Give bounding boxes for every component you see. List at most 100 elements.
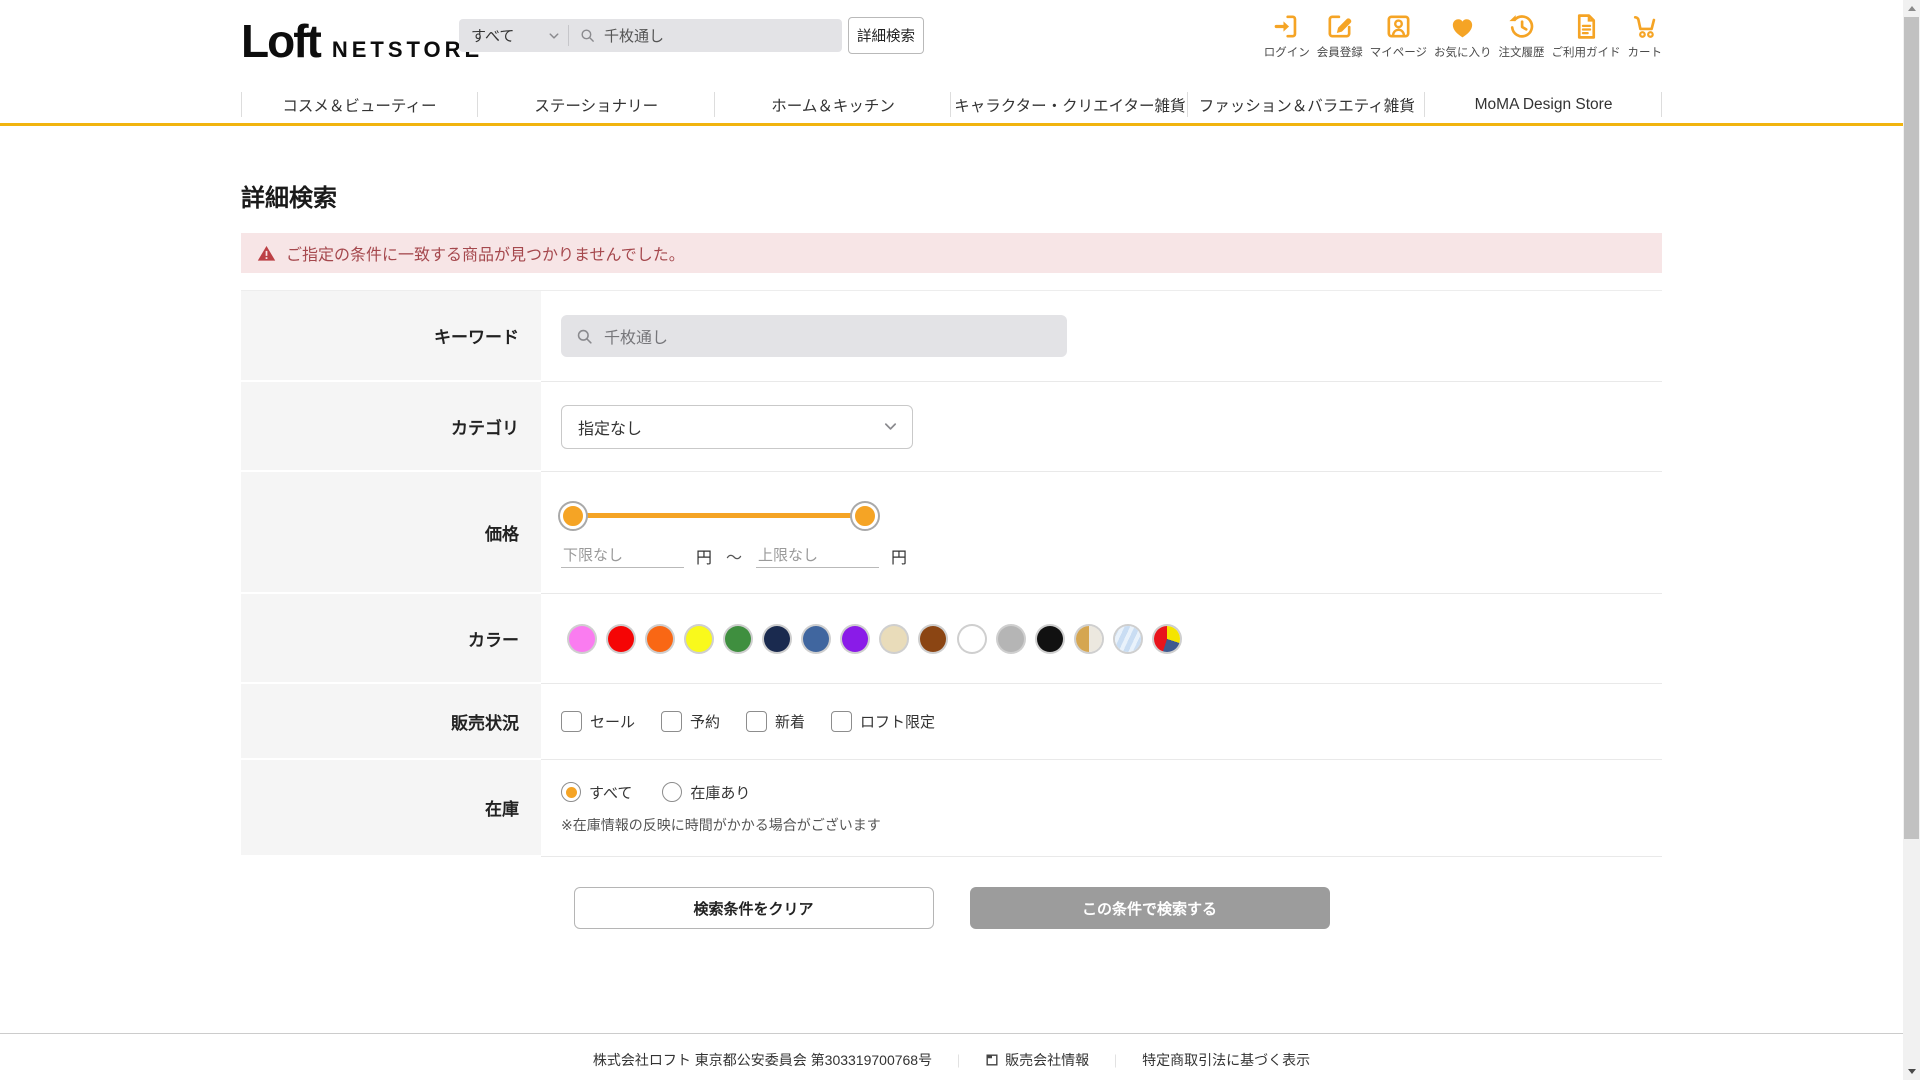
color-swatch-red[interactable] [608, 625, 634, 652]
color-swatch-gray[interactable] [998, 625, 1024, 652]
stock-radio-1[interactable]: 在庫あり [662, 782, 750, 803]
quicklink-cart[interactable]: カート [1628, 12, 1662, 60]
status-checkbox-0[interactable]: セール [561, 711, 635, 732]
scroll-down-arrow[interactable] [1903, 1063, 1920, 1080]
color-swatch-black[interactable] [1037, 625, 1063, 652]
color-swatch-beige[interactable] [881, 625, 907, 652]
status-checkbox-2[interactable]: 新着 [746, 711, 805, 732]
login-icon [1272, 12, 1301, 41]
color-swatch-blue[interactable] [803, 625, 829, 652]
header-search-input[interactable]: 千枚通し [569, 25, 842, 46]
color-swatch-purple[interactable] [842, 625, 868, 652]
category-label: カテゴリ [241, 382, 541, 472]
nav-item-0[interactable]: コスメ＆ビューティー [241, 86, 478, 123]
nav-item-1[interactable]: ステーショナリー [478, 86, 715, 123]
color-swatch-yellow[interactable] [686, 625, 712, 652]
search-category-value: すべて [471, 28, 515, 45]
checkbox-label: セール [590, 714, 636, 731]
price-row: 価格 円 ～ 円 [241, 472, 1662, 594]
quicklink-label: ログイン [1263, 47, 1310, 59]
quicklink-register[interactable]: 会員登録 [1317, 12, 1363, 60]
keyword-label: キーワード [241, 291, 541, 382]
stock-note: ※在庫情報の反映に時間がかかる場合がございます [561, 816, 881, 833]
color-swatch-green[interactable] [725, 625, 751, 652]
category-row: カテゴリ 指定なし [241, 382, 1662, 472]
radio-label: 在庫あり [690, 784, 751, 802]
slider-handle-min[interactable] [560, 502, 586, 529]
color-swatch-clear[interactable] [1115, 625, 1141, 652]
commerce-law-link[interactable]: 特定商取引法に基づく表示 [1142, 1050, 1310, 1070]
price-max-input[interactable] [756, 543, 880, 568]
slider-handle-max[interactable] [852, 502, 878, 529]
nav-item-3[interactable]: キャラクター・クリエイター雑貨 [951, 86, 1189, 123]
chevron-down-icon [884, 423, 897, 430]
category-value: 指定なし [578, 420, 643, 438]
color-swatch-navy[interactable] [764, 625, 790, 652]
keyword-input[interactable]: 千枚通し [561, 315, 1067, 357]
scroll-up-arrow[interactable] [1903, 0, 1920, 17]
color-swatch-brown[interactable] [920, 625, 946, 652]
slider-track[interactable] [573, 513, 865, 518]
search-icon [577, 329, 592, 344]
color-swatch-white[interactable] [959, 625, 985, 652]
stock-options: すべて 在庫あり [561, 782, 1662, 803]
search-submit-button[interactable]: この条件で検索する [969, 887, 1330, 929]
color-label: カラー [241, 594, 541, 684]
search-icon [581, 29, 594, 42]
nav-item-5[interactable]: MoMA Design Store [1425, 86, 1662, 123]
quicklink-login[interactable]: ログイン [1264, 12, 1310, 60]
stock-radio-0[interactable]: すべて [561, 782, 632, 803]
search-form: キーワード 千枚通し カテゴリ 指定なし 価格 下限なし 円 ～ 上限なし 円 … [241, 290, 1662, 857]
chevron-down-icon [549, 32, 559, 39]
advanced-search-button[interactable]: 詳細検索 [848, 17, 924, 54]
radio-dot [561, 782, 581, 802]
quicklink-order-history[interactable]: 注文履歴 [1499, 12, 1545, 60]
external-window-icon [986, 1054, 998, 1066]
color-swatch-orange[interactable] [647, 625, 673, 652]
scrollbar-thumb[interactable] [1904, 17, 1919, 839]
nav-item-4[interactable]: ファッション＆バラエティ雑貨 [1188, 86, 1425, 123]
quicklink-label: ご利用ガイド [1551, 47, 1621, 59]
color-swatch-multicolor[interactable] [1154, 625, 1180, 652]
color-swatch-pink[interactable] [569, 625, 595, 652]
stock-row: 在庫 すべて 在庫あり ※在庫情報の反映に時間がかかる場合がございます [241, 760, 1662, 857]
checkbox-label: ロフト限定 [860, 714, 936, 731]
status-checkbox-1[interactable]: 予約 [661, 711, 720, 732]
price-range-slider [560, 502, 878, 530]
yen-unit: 円 [696, 549, 713, 567]
category-select[interactable]: 指定なし [561, 404, 913, 449]
search-query-text: 千枚通し [604, 28, 665, 45]
status-checkbox-3[interactable]: ロフト限定 [831, 711, 935, 732]
order-history-icon [1507, 12, 1536, 41]
quicklink-guide[interactable]: ご利用ガイド [1552, 12, 1621, 60]
seller-info-link[interactable]: 販売会社情報 [985, 1050, 1089, 1070]
checkbox-box [561, 711, 582, 732]
range-separator: ～ [726, 549, 743, 567]
checkbox-box [661, 711, 683, 732]
radio-label: すべて [589, 784, 633, 802]
site-header: Loft NETSTORE すべて 千枚通し 詳細検索 ログイン 会員登録 マイ… [0, 0, 1903, 126]
status-row: 販売状況 セール 予約 新着 ロフト限定 [241, 684, 1662, 760]
search-category-select[interactable]: すべて [459, 19, 568, 52]
checkbox-label: 新着 [775, 714, 806, 731]
stock-label: 在庫 [241, 760, 541, 857]
site-footer: 株式会社ロフト 東京都公安委員会 第303319700768号 ｜ 販売会社情報… [0, 1033, 1903, 1070]
header-search-bar: すべて 千枚通し [459, 19, 842, 52]
no-results-message: ご指定の条件に一致する商品が見つかりませんでした。 [286, 247, 685, 264]
keyword-value: 千枚通し [604, 330, 669, 347]
clear-conditions-button[interactable]: 検索条件をクリア [573, 887, 934, 929]
quicklink-label: お気に入り [1434, 47, 1492, 59]
site-logo[interactable]: Loft NETSTORE [241, 18, 483, 64]
price-min-input[interactable] [561, 543, 684, 568]
quicklink-favorites[interactable]: お気に入り [1434, 12, 1492, 60]
footer-separator: ｜ [1109, 1053, 1123, 1069]
nav-item-2[interactable]: ホーム＆キッチン [715, 86, 952, 123]
mypage-icon [1384, 12, 1413, 41]
quicklink-mypage[interactable]: マイページ [1370, 12, 1427, 60]
color-swatch-gold-silver[interactable] [1076, 625, 1102, 652]
checkbox-box [746, 711, 768, 732]
main-content: 詳細検索 ご指定の条件に一致する商品が見つかりませんでした。 キーワード 千枚通… [241, 178, 1662, 929]
favorites-icon [1448, 12, 1477, 41]
guide-icon [1572, 12, 1601, 41]
page: Loft NETSTORE すべて 千枚通し 詳細検索 ログイン 会員登録 マイ… [0, 0, 1903, 1080]
